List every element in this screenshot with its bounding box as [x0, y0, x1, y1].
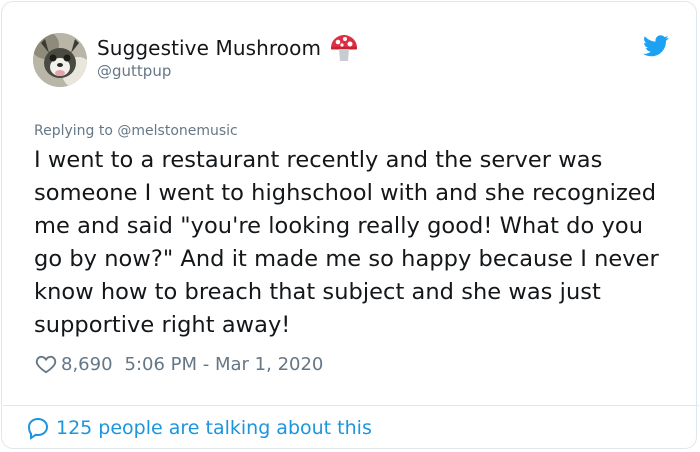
author-name-row[interactable]: Suggestive Mushroom	[97, 35, 359, 61]
avatar-image	[33, 33, 87, 87]
twitter-bird-icon[interactable]	[643, 35, 669, 57]
conversation-text[interactable]: 125 people are talking about this	[56, 417, 372, 439]
conversation-link[interactable]: 125 people are talking about this	[26, 416, 372, 440]
replying-to-link[interactable]: @melstonemusic	[117, 123, 237, 139]
display-name[interactable]: Suggestive Mushroom	[97, 36, 321, 60]
tweet-text: I went to a restaurant recently and the …	[34, 147, 659, 338]
timestamp[interactable]: 5:06 PM - Mar 1, 2020	[125, 354, 324, 375]
user-handle[interactable]: @guttpup	[97, 62, 171, 80]
tweet-meta: 8,690 5:06 PM - Mar 1, 2020	[35, 353, 323, 375]
replying-to-line: Replying to @melstonemusic	[34, 123, 238, 139]
mushroom-emoji-icon	[329, 35, 359, 61]
heart-icon[interactable]	[35, 353, 57, 375]
speech-bubble-icon	[26, 416, 50, 440]
replying-prefix: Replying to	[34, 123, 118, 139]
like-count[interactable]: 8,690	[61, 354, 113, 375]
avatar[interactable]	[33, 33, 87, 87]
tweet-card: Suggestive Mushroom @guttpup Replying to…	[1, 1, 699, 449]
divider	[3, 405, 699, 406]
